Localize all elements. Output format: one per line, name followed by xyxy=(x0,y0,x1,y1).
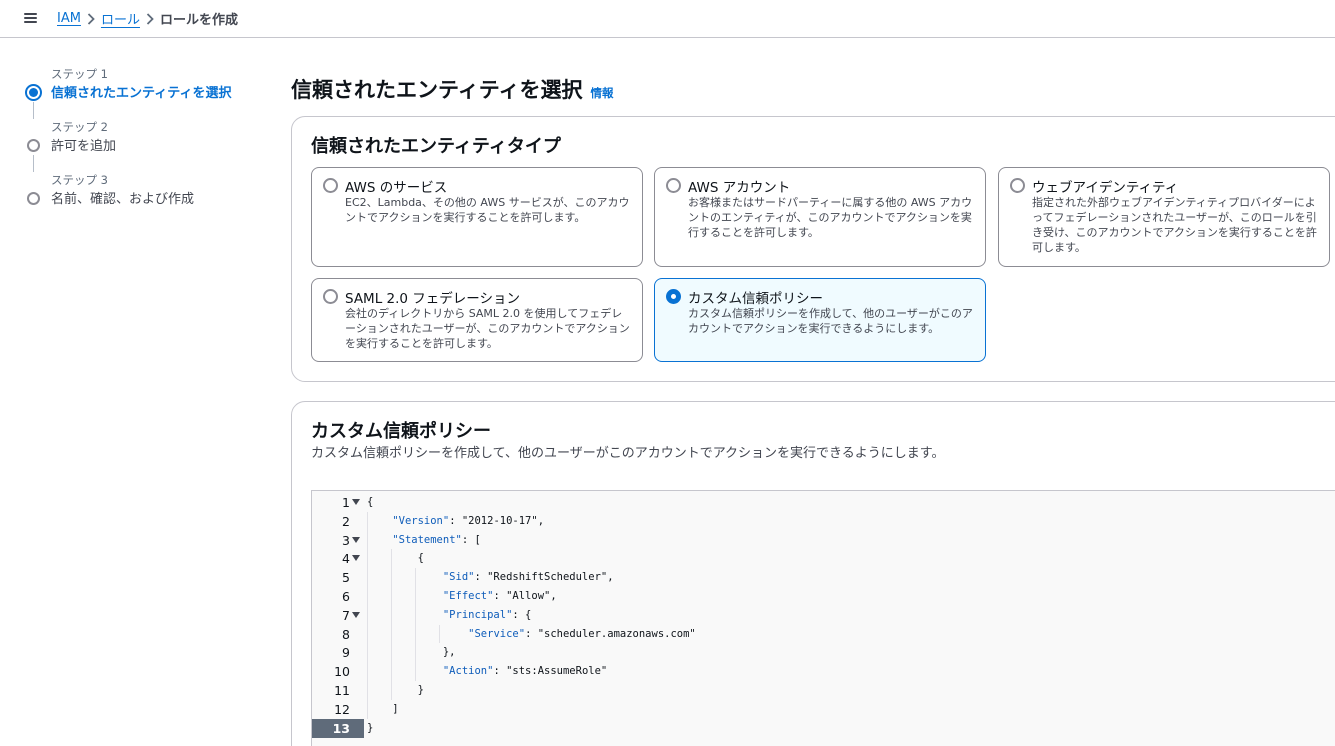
indent-guide xyxy=(367,511,368,719)
code-text: } xyxy=(367,721,374,734)
code-line[interactable]: 12 ] xyxy=(312,700,1335,719)
step-1[interactable]: ステップ 1 信頼されたエンティティを選択 xyxy=(24,64,274,119)
code-text: { xyxy=(367,552,424,565)
code-text: }, xyxy=(367,646,456,659)
breadcrumb-iam[interactable]: IAM xyxy=(57,11,81,26)
radio-button[interactable] xyxy=(1010,178,1025,193)
line-number: 11 xyxy=(334,683,350,698)
option-description: 会社のディレクトリから SAML 2.0 を使用してフェデレーションされたユーザ… xyxy=(345,307,630,350)
option-custom-trust-policy[interactable]: カスタム信頼ポリシー カスタム信頼ポリシーを作成して、他のユーザーがこのアカウン… xyxy=(654,278,986,362)
code-text: { xyxy=(367,496,374,508)
line-number: 5 xyxy=(342,570,350,586)
line-number: 13 xyxy=(332,720,350,736)
code-line[interactable]: 1{ xyxy=(312,493,1335,512)
option-aws-account[interactable]: AWS アカウント お客様またはサードパーティーに属する他の AWS アカウント… xyxy=(654,167,986,267)
option-title: カスタム信頼ポリシー xyxy=(688,291,823,307)
page-title-text: 信頼されたエンティティを選択 xyxy=(291,78,583,102)
code-line[interactable]: 5 "Sid": "RedshiftScheduler", xyxy=(312,568,1335,587)
code-text: "Action": "sts:AssumeRole" xyxy=(442,665,608,678)
line-number: 6 xyxy=(342,589,350,604)
option-title: ウェブアイデンティティ xyxy=(1032,180,1179,196)
step-2: ステップ 2 許可を追加 xyxy=(24,117,274,172)
indent-guide xyxy=(391,549,392,700)
code-text: ] xyxy=(367,702,399,715)
indent-guide xyxy=(415,568,416,681)
code-line[interactable]: 7 "Principal": { xyxy=(312,606,1335,625)
radio-button[interactable] xyxy=(666,178,681,193)
fold-arrow-icon[interactable] xyxy=(352,536,360,543)
code-text: "Version": "2012-10-17", xyxy=(392,514,545,527)
step-active-icon xyxy=(25,84,42,101)
code-line[interactable]: 10 "Action": "sts:AssumeRole" xyxy=(312,662,1335,681)
line-number: 8 xyxy=(342,626,350,642)
option-saml-federation[interactable]: SAML 2.0 フェデレーション 会社のディレクトリから SAML 2.0 を… xyxy=(311,278,643,362)
code-line[interactable]: 6 "Effect": "Allow", xyxy=(312,587,1335,606)
step-3: ステップ 3 名前、確認、および作成 xyxy=(24,170,274,223)
option-web-identity[interactable]: ウェブアイデンティティ 指定された外部ウェブアイデンティティプロバイダーによって… xyxy=(998,167,1330,267)
step-pending-icon xyxy=(27,139,40,152)
option-title: AWS のサービス xyxy=(345,180,448,196)
info-link[interactable]: 情報 xyxy=(590,85,613,101)
option-description: お客様またはサードパーティーに属する他の AWS アカウントのエンティティが、こ… xyxy=(688,196,973,239)
line-number: 7 xyxy=(342,607,350,623)
line-number: 1 xyxy=(342,495,350,510)
line-number: 4 xyxy=(342,551,350,567)
code-line[interactable]: 3 "Statement": [ xyxy=(312,531,1335,550)
entity-type-title: 信頼されたエンティティタイプ xyxy=(311,136,561,157)
option-title: AWS アカウント xyxy=(688,180,791,196)
entity-type-panel: 信頼されたエンティティタイプ AWS のサービス EC2、Lambda、その他の… xyxy=(291,116,1335,382)
option-description: カスタム信頼ポリシーを作成して、他のユーザーがこのアカウントでアクションを実行で… xyxy=(688,307,973,335)
fold-arrow-icon[interactable] xyxy=(352,555,360,562)
code-line[interactable]: 2 "Version": "2012-10-17", xyxy=(312,512,1335,531)
indent-guide xyxy=(439,624,440,644)
custom-policy-title: カスタム信頼ポリシー xyxy=(311,421,491,442)
fold-arrow-icon[interactable] xyxy=(352,611,360,618)
code-text: "Sid": "RedshiftScheduler", xyxy=(442,571,614,584)
page-title: 信頼されたエンティティを選択 情報 xyxy=(291,74,613,104)
radio-button-selected[interactable] xyxy=(666,289,681,304)
line-number: 2 xyxy=(342,513,350,529)
code-text: "Effect": "Allow", xyxy=(442,590,557,602)
menu-icon[interactable] xyxy=(22,10,40,26)
breadcrumb: IAM ロール ロールを作成 xyxy=(57,9,238,28)
code-text: } xyxy=(367,684,424,696)
step-label: 信頼されたエンティティを選択 xyxy=(51,86,232,101)
step-number: ステップ 1 xyxy=(51,67,108,81)
line-number: 12 xyxy=(334,701,350,717)
step-number: ステップ 2 xyxy=(51,120,108,134)
step-label: 名前、確認、および作成 xyxy=(51,192,195,207)
code-line[interactable]: 4 { xyxy=(312,549,1335,568)
radio-button[interactable] xyxy=(323,178,338,193)
code-line[interactable]: 9 }, xyxy=(312,643,1335,662)
line-number: 3 xyxy=(342,532,350,548)
option-description: 指定された外部ウェブアイデンティティプロバイダーによってフェデレーションされたユ… xyxy=(1032,196,1317,254)
step-pending-icon xyxy=(27,192,40,205)
line-number: 10 xyxy=(334,664,350,680)
option-aws-service[interactable]: AWS のサービス EC2、Lambda、その他の AWS サービスが、このアカ… xyxy=(311,167,643,267)
code-text: "Service": "scheduler.amazonaws.com" xyxy=(468,627,696,640)
code-line[interactable]: 13} xyxy=(312,718,1335,738)
step-number: ステップ 3 xyxy=(51,173,108,187)
wizard-steps: ステップ 1 信頼されたエンティティを選択 ステップ 2 許可を追加 ステップ … xyxy=(24,64,274,223)
code-line[interactable]: 8 "Service": "scheduler.amazonaws.com" xyxy=(312,625,1335,644)
custom-policy-panel: カスタム信頼ポリシー カスタム信頼ポリシーを作成して、他のユーザーがこのアカウン… xyxy=(291,401,1335,746)
breadcrumb-current: ロールを作成 xyxy=(159,13,238,28)
breadcrumb-roles[interactable]: ロール xyxy=(101,9,140,28)
step-label: 許可を追加 xyxy=(51,139,117,154)
line-number: 9 xyxy=(342,645,350,661)
option-title: SAML 2.0 フェデレーション xyxy=(345,291,521,307)
custom-policy-description: カスタム信頼ポリシーを作成して、他のユーザーがこのアカウントでアクションを実行で… xyxy=(311,446,945,461)
policy-code-editor[interactable]: 1{2 "Version": "2012-10-17", 3 "Statement… xyxy=(311,490,1335,746)
code-line[interactable]: 11 } xyxy=(312,681,1335,700)
radio-button[interactable] xyxy=(323,289,338,304)
chevron-right-icon xyxy=(81,12,101,25)
code-text: "Statement": [ xyxy=(392,533,481,546)
chevron-right-icon xyxy=(140,12,160,25)
top-bar: IAM ロール ロールを作成 xyxy=(0,0,1335,38)
option-description: EC2、Lambda、その他の AWS サービスが、このアカウントでアクションを… xyxy=(345,196,630,224)
fold-arrow-icon[interactable] xyxy=(352,499,360,505)
